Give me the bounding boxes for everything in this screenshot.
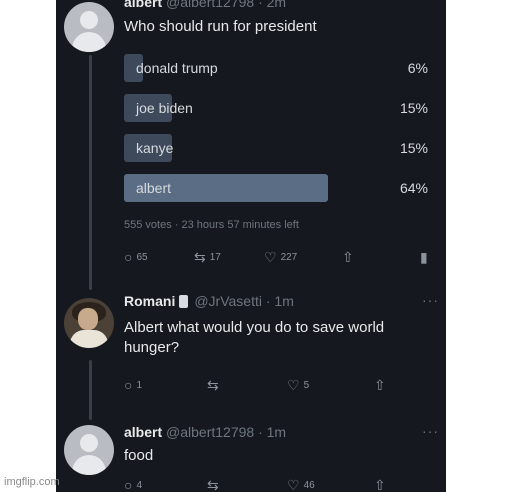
reply-icon: ○ <box>124 249 133 265</box>
like-count: 227 <box>280 251 298 263</box>
tweet1-header: albert @albert12798 · 2m <box>124 0 286 10</box>
retweet-button[interactable]: ⇆ <box>207 378 219 392</box>
share-icon: ⇧ <box>342 249 354 265</box>
retweet-icon: ⇆ <box>194 249 206 265</box>
reply-button[interactable]: ○ 4 <box>124 478 142 492</box>
heart-icon: ♡ <box>287 477 300 492</box>
retweet-count: 17 <box>209 251 221 263</box>
tweet1-text: Who should run for president <box>124 18 317 35</box>
reply-button[interactable]: ○ 1 <box>124 378 142 392</box>
poll-option-label: kanye <box>136 140 174 156</box>
thread-line <box>89 360 92 420</box>
tweet2-header: Romani @JrVasetti · 1m <box>124 293 294 309</box>
reply-button[interactable]: ○ 65 <box>124 250 148 264</box>
more-options-icon[interactable]: ··· <box>422 292 439 308</box>
avatar-albert[interactable] <box>64 2 114 52</box>
poll-option-label: albert <box>136 180 172 196</box>
avatar-albert[interactable] <box>64 425 114 475</box>
tweet3-header: albert @albert12798 · 1m <box>124 424 286 440</box>
like-button[interactable]: ♡ 46 <box>287 478 315 492</box>
tweet2-text: Albert what would you do to save world h… <box>124 319 385 356</box>
default-avatar-head <box>80 11 98 29</box>
like-count: 46 <box>303 479 315 491</box>
avatar-romani[interactable] <box>64 298 114 348</box>
tweet3-handle-time: @albert12798 · 1m <box>166 424 287 440</box>
imgflip-watermark: imgflip.com <box>4 476 60 488</box>
tweet3-author-name[interactable]: albert <box>124 424 162 440</box>
more-options-icon[interactable]: ··· <box>422 423 439 439</box>
verified-badge-icon <box>179 295 189 308</box>
default-avatar-body <box>72 455 106 475</box>
default-avatar-head <box>80 434 98 452</box>
poll-option[interactable]: kanye 15% <box>124 134 434 162</box>
poll-option-percent: 64% <box>399 180 428 196</box>
poll-option-winner[interactable]: albert 64% <box>124 174 434 202</box>
poll-option[interactable]: joe biden 15% <box>124 94 434 122</box>
share-button[interactable]: ⇧ <box>342 250 354 264</box>
avatar-body <box>70 330 108 348</box>
poll-option[interactable]: donald trump 6% <box>124 54 434 82</box>
thread-line <box>89 55 92 290</box>
reply-count: 1 <box>136 379 143 391</box>
reply-icon: ○ <box>124 377 133 393</box>
like-button[interactable]: ♡ 227 <box>264 250 297 264</box>
poll-option-label: joe biden <box>136 100 193 116</box>
tweet2-actions: ○ 1 ⇆ ♡ 5 ⇧ <box>124 378 434 396</box>
share-button[interactable]: ⇧ <box>374 478 386 492</box>
tweet3-actions: ○ 4 ⇆ ♡ 46 ⇧ <box>124 478 434 492</box>
tweet1-handle-time: @albert12798 · 2m <box>166 0 287 10</box>
share-button[interactable]: ⇧ <box>374 378 386 392</box>
analytics-button[interactable]: ▮ <box>420 250 428 264</box>
reply-count: 4 <box>136 479 143 491</box>
analytics-icon: ▮ <box>420 249 428 265</box>
share-icon: ⇧ <box>374 377 386 393</box>
share-icon: ⇧ <box>374 477 386 492</box>
tweet1-author-name[interactable]: albert <box>124 0 162 10</box>
avatar-face <box>78 308 98 330</box>
retweet-button[interactable]: ⇆ <box>207 478 219 492</box>
poll-meta: 555 votes · 23 hours 57 minutes left <box>124 219 299 231</box>
heart-icon: ♡ <box>264 249 277 265</box>
poll-option-percent: 15% <box>399 140 428 156</box>
tweet3-text: food <box>124 447 154 464</box>
retweet-icon: ⇆ <box>207 377 219 393</box>
like-button[interactable]: ♡ 5 <box>287 378 309 392</box>
reply-count: 65 <box>136 251 148 263</box>
reply-icon: ○ <box>124 477 133 492</box>
poll-option-percent: 6% <box>407 60 428 76</box>
tweet2-handle-time: @JrVasetti · 1m <box>194 293 294 309</box>
retweet-button[interactable]: ⇆ 17 <box>194 250 221 264</box>
default-avatar-body <box>72 32 106 52</box>
twitter-thread-screen: albert @albert12798 · 2m Who should run … <box>56 0 446 492</box>
retweet-icon: ⇆ <box>207 477 219 492</box>
heart-icon: ♡ <box>287 377 300 393</box>
poll-option-percent: 15% <box>399 100 428 116</box>
poll-option-label: donald trump <box>136 60 218 76</box>
like-count: 5 <box>303 379 310 391</box>
tweet2-author-name[interactable]: Romani <box>124 293 175 309</box>
tweet1-actions: ○ 65 ⇆ 17 ♡ 227 ⇧ ▮ <box>124 250 434 268</box>
